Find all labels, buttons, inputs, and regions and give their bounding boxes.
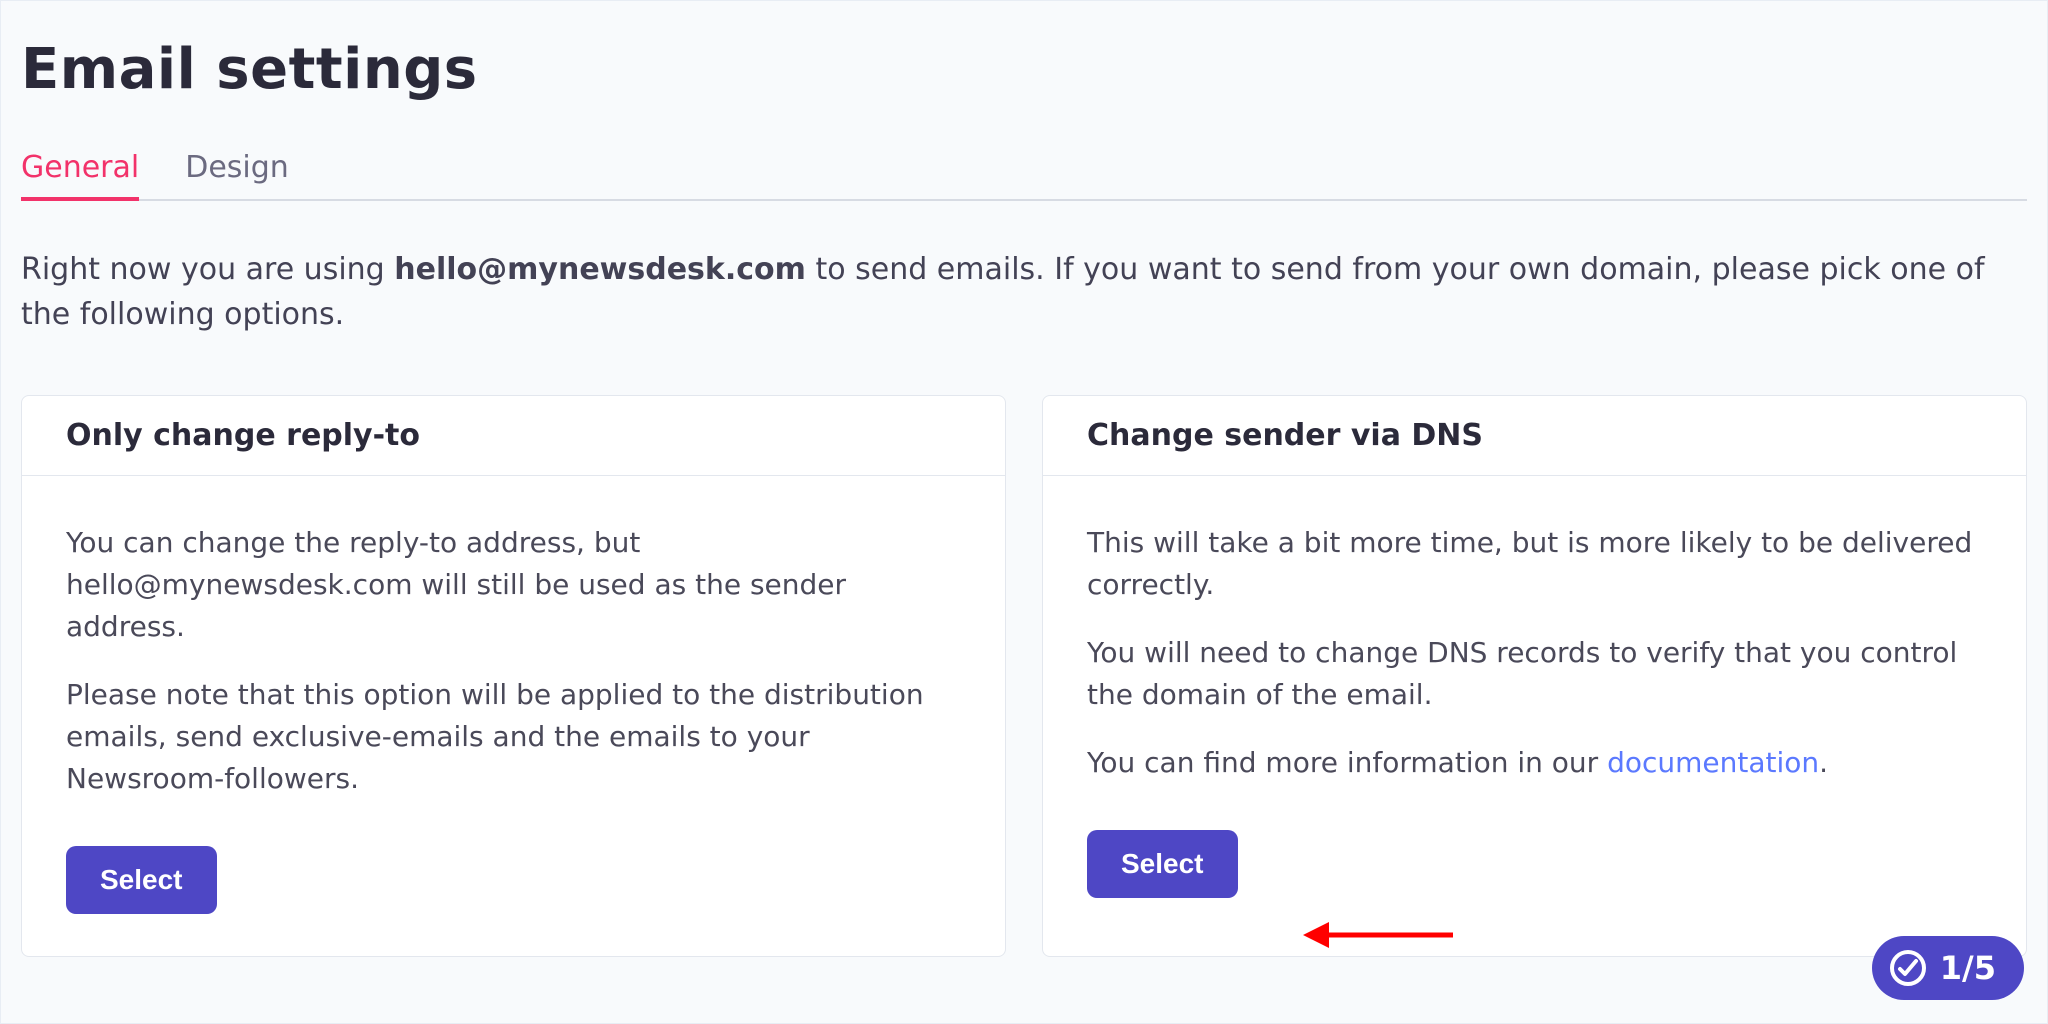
card-reply-to-p1: You can change the reply-to address, but… <box>66 522 961 648</box>
card-title-reply-to: Only change reply-to <box>66 418 961 453</box>
card-header: Only change reply-to <box>22 396 1005 476</box>
intro-email: hello@mynewsdesk.com <box>394 252 806 287</box>
card-dns-p1: This will take a bit more time, but is m… <box>1087 522 1982 606</box>
card-dns-p3-suffix: . <box>1819 746 1828 779</box>
card-dns-p3: You can find more information in our doc… <box>1087 742 1982 784</box>
tab-design[interactable]: Design <box>185 150 289 201</box>
intro-prefix: Right now you are using <box>21 252 394 287</box>
tab-general[interactable]: General <box>21 150 139 201</box>
card-header: Change sender via DNS <box>1043 396 2026 476</box>
card-dns: Change sender via DNS This will take a b… <box>1042 395 2027 957</box>
page-title: Email settings <box>21 37 2027 102</box>
select-reply-to-button[interactable]: Select <box>66 846 217 914</box>
email-settings-page: Email settings General Design Right now … <box>1 1 2047 957</box>
progress-label: 1/5 <box>1940 949 1996 987</box>
card-title-dns: Change sender via DNS <box>1087 418 1982 453</box>
check-progress-icon <box>1888 948 1928 988</box>
card-body: This will take a bit more time, but is m… <box>1043 476 2026 940</box>
card-body: You can change the reply-to address, but… <box>22 476 1005 956</box>
card-dns-p2: You will need to change DNS records to v… <box>1087 632 1982 716</box>
tabs: General Design <box>21 148 2027 201</box>
select-dns-button[interactable]: Select <box>1087 830 1238 898</box>
option-cards: Only change reply-to You can change the … <box>21 395 2027 957</box>
card-reply-to-p2: Please note that this option will be app… <box>66 674 961 800</box>
card-dns-p3-prefix: You can find more information in our <box>1087 746 1607 779</box>
intro-text: Right now you are using hello@mynewsdesk… <box>21 247 2021 337</box>
documentation-link[interactable]: documentation <box>1607 746 1819 779</box>
progress-pill[interactable]: 1/5 <box>1872 936 2024 1000</box>
card-reply-to: Only change reply-to You can change the … <box>21 395 1006 957</box>
